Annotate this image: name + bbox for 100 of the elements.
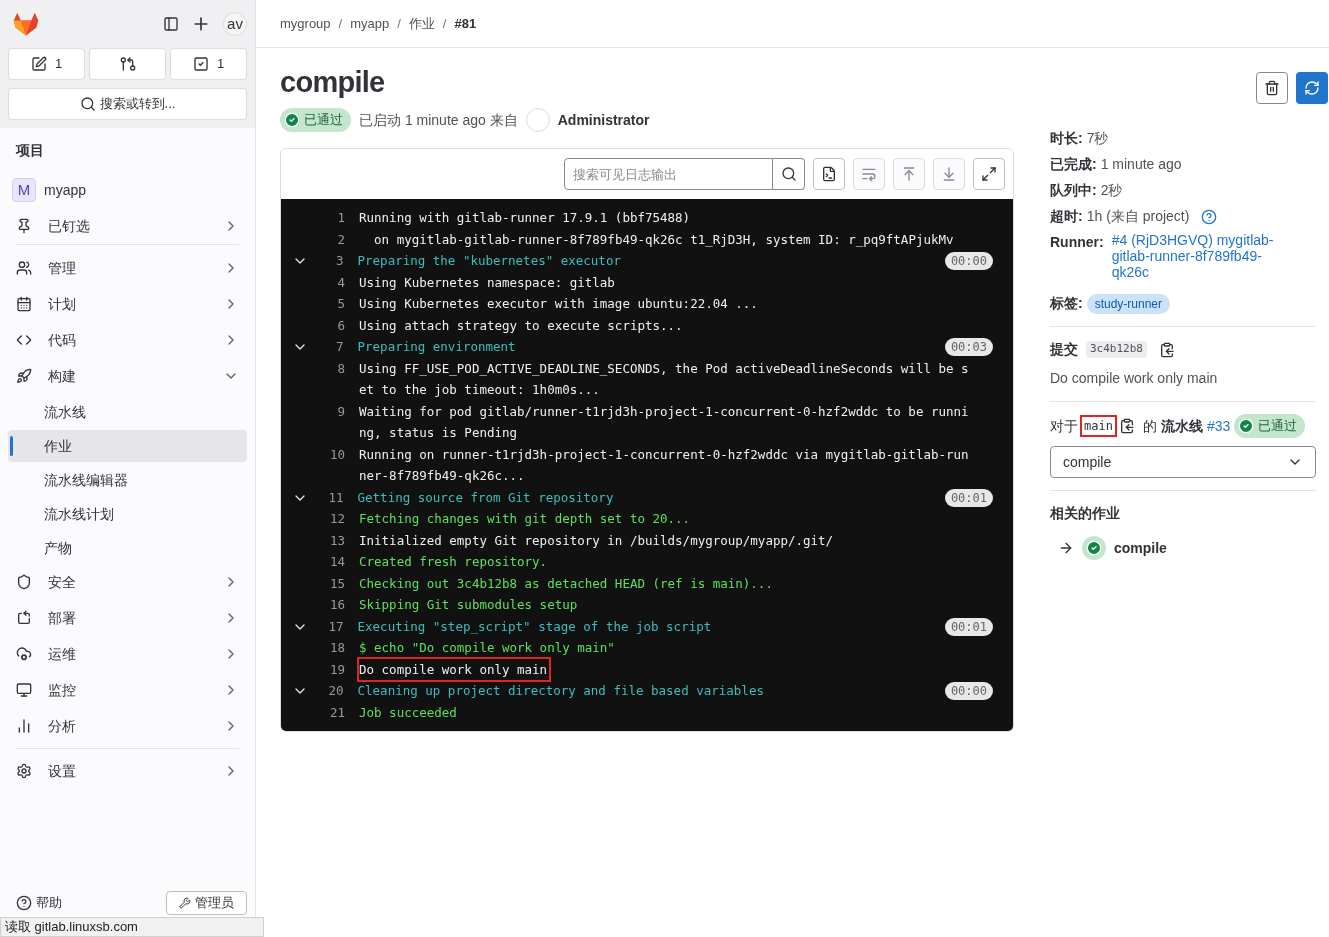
nav-subitem[interactable]: 作业	[8, 430, 247, 462]
help-icon[interactable]	[1201, 208, 1218, 225]
line-number: 4	[336, 273, 345, 292]
nav-item[interactable]: 代码	[8, 322, 247, 358]
code-icon	[16, 332, 32, 348]
cloud-icon	[16, 646, 32, 662]
nav-item[interactable]: 分析	[8, 708, 247, 744]
pipeline-label: 流水线	[1160, 416, 1203, 436]
nav-subitem[interactable]: 流水线编辑器	[8, 464, 247, 496]
retry-button[interactable]	[1296, 72, 1328, 104]
wrap-button[interactable]	[853, 158, 885, 190]
runner-link[interactable]: #4 (RjD3HGVQ) mygitlab-gitlab-runner-8f789fb49-qk26c	[1111, 232, 1290, 280]
nav-subitem[interactable]: 流水线计划	[8, 498, 247, 530]
nav-item[interactable]: 运维	[8, 636, 247, 672]
line-number: 2	[336, 230, 345, 249]
search-button[interactable]: 搜索或转到...	[8, 88, 247, 120]
duration-badge: 00:01	[944, 617, 993, 636]
log-line: Created fresh repository.	[359, 553, 549, 571]
line-number: 1	[336, 209, 345, 227]
arrow-up-icon	[901, 166, 917, 182]
todos-button[interactable]: 1	[170, 48, 247, 80]
wrap-icon	[861, 166, 877, 182]
log-line: Preparing the "kubernetes" executor	[357, 252, 622, 270]
nav-item[interactable]: 计划	[8, 286, 247, 322]
settings-icon	[16, 763, 32, 779]
expand-icon	[981, 166, 997, 182]
detail-label: Runner:	[1050, 233, 1104, 252]
detail-label: 队列中:	[1050, 181, 1097, 200]
line-number: 7	[335, 338, 344, 356]
status-badge[interactable]: 已通过	[1234, 414, 1306, 438]
log-line: Checking out 3c4b12b8 as detached HEAD (ref is main)...	[359, 574, 774, 593]
commit-message: Do compile work only main	[1050, 369, 1219, 388]
detail-label: 时长:	[1050, 129, 1083, 148]
fullscreen-button[interactable]	[973, 158, 1005, 190]
rocket-icon	[16, 368, 32, 384]
related-job[interactable]: compile	[1058, 536, 1316, 560]
copy-icon[interactable]	[1118, 418, 1135, 434]
user-avatar[interactable]: av	[223, 12, 247, 36]
issue-icon	[30, 56, 47, 72]
line-number: 20	[327, 682, 344, 700]
detail-value: 1h (来自 project)	[1086, 207, 1190, 226]
line-number: 12	[328, 510, 345, 528]
line-number: 15	[328, 574, 345, 593]
detail-label: 超时:	[1050, 207, 1083, 226]
raw-log-button[interactable]	[813, 158, 845, 190]
log-line: Job succeeded	[359, 703, 458, 722]
copy-icon[interactable]	[1159, 341, 1175, 358]
log-line: Preparing environment	[357, 338, 517, 356]
nav-item[interactable]: 部署	[8, 600, 247, 636]
job-select[interactable]: compile	[1050, 446, 1316, 478]
detail-label: 标签:	[1050, 294, 1083, 313]
ref-name[interactable]: main	[1082, 417, 1115, 435]
nav-item[interactable]: 监控	[8, 672, 247, 708]
delete-button[interactable]	[1256, 72, 1288, 104]
breadcrumb-separator: /	[442, 14, 447, 33]
nav-subitem[interactable]: 流水线	[8, 396, 247, 428]
related-jobs-title: 相关的作业	[1050, 504, 1121, 523]
nav-subitem[interactable]: 产物	[8, 532, 247, 564]
line-number: 14	[328, 553, 345, 571]
duration-badge: 00:03	[944, 338, 993, 356]
file-terminal-icon	[821, 166, 837, 182]
pin-icon	[16, 218, 32, 234]
todo-icon	[192, 56, 209, 72]
nav-item[interactable]: 安全	[8, 564, 247, 600]
search-icon	[79, 96, 96, 112]
job-title: compile	[280, 65, 386, 100]
breadcrumb-separator: /	[397, 14, 401, 33]
log-line: Executing "step_script" stage of the job script	[357, 617, 713, 636]
duration-badge: 00:00	[944, 682, 993, 700]
user-link[interactable]: Administrator	[557, 109, 650, 131]
log-line: Using FF_USE_POD_ACTIVE_DEADLINE_SECONDS, the Pod activeDeadlineSeconds will be set to the job timeout: 1h0m0s...	[359, 359, 969, 399]
nav-item[interactable]: 已钉选	[8, 208, 247, 244]
log-line: Waiting for pod gitlab/runner-t1rjd3h-project-1-concurrent-0-hzf2wddc to be running, status is Pending	[359, 402, 969, 442]
pipeline-link[interactable]: #33	[1206, 415, 1231, 437]
section-title: 项目	[14, 141, 45, 160]
project-link[interactable]: M myapp	[8, 172, 247, 208]
line-number: 19	[328, 660, 345, 679]
search-button[interactable]	[773, 158, 805, 190]
wrench-icon	[179, 897, 191, 909]
line-number: 8	[336, 359, 345, 378]
help-link[interactable]: 帮助	[36, 893, 62, 913]
nav-item[interactable]: 构建	[8, 358, 247, 394]
merge-requests-button[interactable]	[89, 48, 166, 80]
issues-button[interactable]: 1	[8, 48, 85, 80]
admin-button[interactable]: 管理员	[166, 891, 247, 915]
nav-item[interactable]: 管理	[8, 250, 247, 286]
log-search-field[interactable]: 搜索可见日志输出	[564, 158, 773, 190]
commit-sha[interactable]: 3c4b12b8	[1086, 341, 1147, 358]
line-number: 9	[336, 402, 345, 421]
nav-item[interactable]: 设置	[8, 753, 247, 789]
breadcrumb-link[interactable]: #81	[454, 13, 477, 34]
breadcrumb-link[interactable]: myapp	[350, 13, 390, 34]
log-line: Running with gitlab-runner 17.9.1 (bbf75488)	[359, 209, 692, 227]
sidebar-toggle-icon[interactable]	[163, 16, 179, 32]
breadcrumb-link[interactable]: mygroup	[280, 13, 331, 34]
log-line: Skipping Git submodules setup	[359, 596, 579, 614]
logo-icon[interactable]	[12, 10, 40, 38]
breadcrumb-link[interactable]: 作业	[408, 13, 435, 34]
line-number: 17	[327, 617, 344, 636]
status-badge[interactable]: 已通过	[280, 108, 351, 132]
